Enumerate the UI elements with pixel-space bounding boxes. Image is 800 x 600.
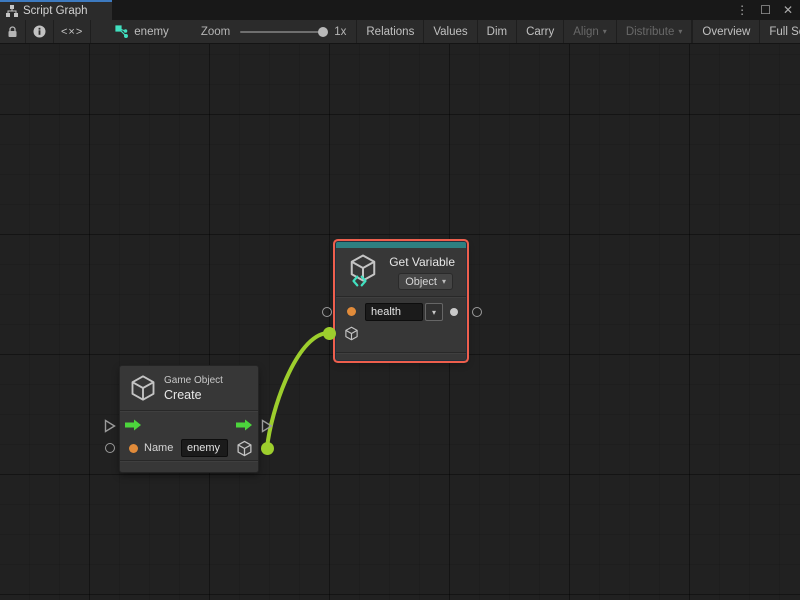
node-title: Get Variable <box>389 255 455 269</box>
close-icon[interactable]: ✕ <box>783 0 793 20</box>
variable-name-input-port[interactable] <box>322 307 332 317</box>
tab-script-graph[interactable]: Script Graph <box>0 0 112 20</box>
titlebar: Script Graph ⋮ ☐ ✕ <box>0 0 800 20</box>
info-icon <box>33 25 46 38</box>
code-brackets-icon: <×> <box>61 26 83 38</box>
code-angle-icon <box>351 275 368 287</box>
zoom-slider-handle[interactable] <box>318 27 328 37</box>
node-divider <box>120 410 258 411</box>
more-menu-icon[interactable]: ⋮ <box>736 0 748 20</box>
variable-name-field[interactable]: health <box>365 303 423 321</box>
name-port-label: Name <box>144 442 173 454</box>
graph-canvas[interactable]: Game Object Create Name <box>0 44 800 600</box>
value-output-dot[interactable] <box>450 308 458 316</box>
zoom-label: Zoom <box>201 26 230 38</box>
chevron-down-icon: ▾ <box>678 27 682 36</box>
flow-input-arrow-icon[interactable] <box>125 419 142 431</box>
node-get-variable[interactable]: Get Variable Object ▾ health ▾ <box>336 242 466 360</box>
dim-button[interactable]: Dim <box>478 20 517 43</box>
script-graph-window: Script Graph ⋮ ☐ ✕ <×> <box>0 0 800 600</box>
zoom-slider[interactable] <box>240 31 326 33</box>
lock-button[interactable] <box>0 20 26 43</box>
zoom-control: Zoom 1x <box>201 20 357 43</box>
overview-button[interactable]: Overview <box>692 20 760 43</box>
connection-wire[interactable] <box>267 333 327 448</box>
game-object-cube-icon <box>129 374 157 402</box>
fullscreen-button[interactable]: Full Screen <box>760 20 800 43</box>
relations-button[interactable]: Relations <box>357 20 424 43</box>
graph-name: enemy <box>134 26 169 38</box>
name-input-port[interactable] <box>105 443 115 453</box>
chevron-down-icon: ▾ <box>603 27 607 36</box>
value-output-port[interactable] <box>472 307 482 317</box>
flow-output-arrow-icon[interactable] <box>236 419 253 431</box>
variable-accent-strip <box>336 242 466 248</box>
tab-title: Script Graph <box>23 5 88 17</box>
script-graph-icon <box>6 5 18 17</box>
variable-scope-dropdown[interactable]: Object ▾ <box>398 273 453 290</box>
flow-output-port[interactable] <box>261 419 273 433</box>
node-footer-divider <box>336 352 466 353</box>
chevron-down-icon: ▾ <box>442 277 446 286</box>
variable-name-value-port[interactable] <box>347 307 356 316</box>
name-input-field[interactable] <box>181 439 228 457</box>
name-value-port[interactable] <box>129 444 138 453</box>
lock-icon <box>7 26 18 38</box>
object-input-cube-icon[interactable] <box>344 326 359 341</box>
flow-input-port[interactable] <box>104 419 116 433</box>
node-category: Game Object <box>164 375 223 386</box>
maximize-icon[interactable]: ☐ <box>760 0 771 20</box>
distribute-button[interactable]: Distribute▾ <box>617 20 693 43</box>
game-object-output-port-connected[interactable] <box>261 442 274 455</box>
align-button[interactable]: Align▾ <box>564 20 617 43</box>
carry-button[interactable]: Carry <box>517 20 564 43</box>
window-controls: ⋮ ☐ ✕ <box>736 0 793 20</box>
values-button[interactable]: Values <box>424 20 477 43</box>
node-create-game-object[interactable]: Game Object Create Name <box>120 366 258 472</box>
graph-breadcrumb[interactable]: enemy <box>105 20 179 43</box>
node-title: Create <box>164 388 202 402</box>
graph-toolbar: <×> enemy Zoom 1x Relations Values Di <box>0 20 800 44</box>
node-divider <box>336 296 466 297</box>
variable-name-dropdown-button[interactable]: ▾ <box>425 303 443 321</box>
node-footer-divider <box>120 460 258 461</box>
graph-asset-icon <box>115 25 128 38</box>
zoom-value: 1x <box>334 26 346 38</box>
object-input-port-connected[interactable] <box>323 327 336 340</box>
info-button[interactable] <box>26 20 54 43</box>
code-view-button[interactable]: <×> <box>54 20 91 43</box>
game-object-output-cube-icon[interactable] <box>236 440 253 457</box>
chevron-down-icon: ▾ <box>432 308 436 317</box>
